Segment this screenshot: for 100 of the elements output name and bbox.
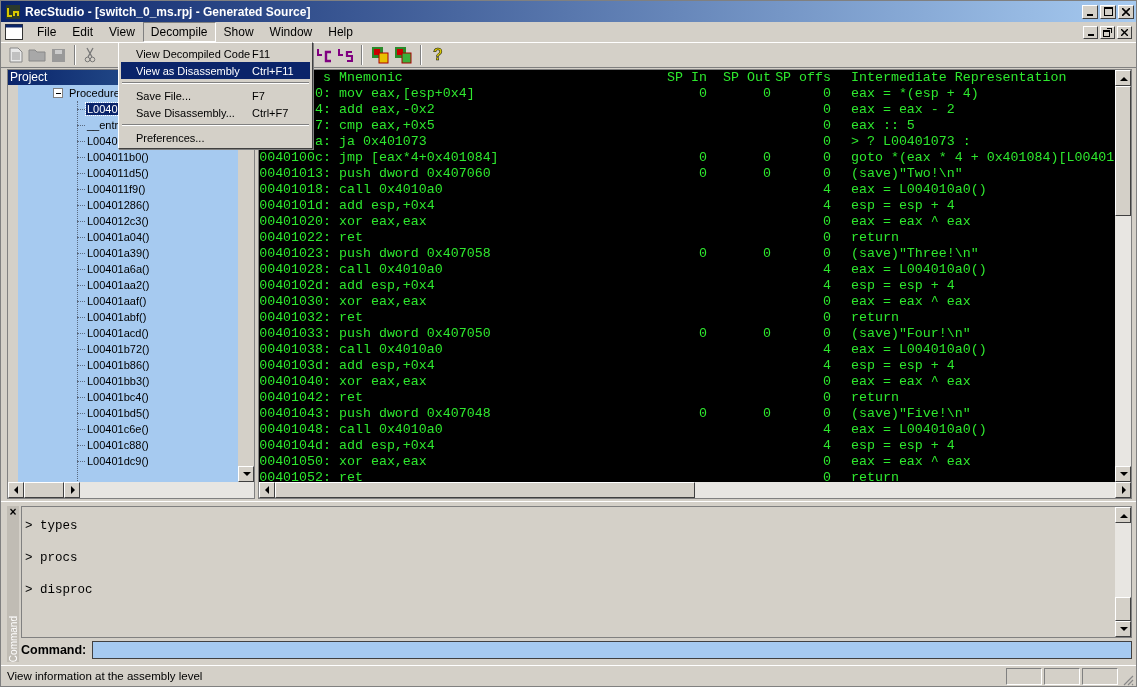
tree-item[interactable]: L00401dc9() bbox=[86, 455, 150, 467]
menu-item[interactable]: Preferences... bbox=[121, 129, 310, 146]
instruction: add esp,+0x4 bbox=[339, 358, 435, 373]
scissors-icon[interactable] bbox=[84, 47, 96, 63]
stack-value: 0 bbox=[823, 326, 831, 341]
stack-value: 0 bbox=[699, 150, 707, 165]
menu-item[interactable]: Show bbox=[215, 22, 262, 42]
ir-statement: esp = esp + 4 bbox=[851, 358, 955, 373]
tree-item[interactable]: Procedure bbox=[68, 87, 121, 99]
stack-value: 0 bbox=[699, 246, 707, 261]
ir-statement: eax = eax ^ eax bbox=[851, 214, 971, 229]
menu-item[interactable]: Save Disassembly... Ctrl+F7 bbox=[121, 104, 310, 121]
instruction: ret bbox=[339, 390, 363, 405]
tree-item[interactable]: L00401a04() bbox=[86, 231, 151, 243]
stack-value: 4 bbox=[823, 438, 831, 453]
address: 00401038: bbox=[259, 342, 331, 357]
tree-item[interactable]: L00401aa2() bbox=[86, 279, 151, 291]
menu-item[interactable]: Help bbox=[320, 22, 361, 42]
tree-item[interactable]: L00401b86() bbox=[86, 359, 151, 371]
tree-item[interactable]: L00401a39() bbox=[86, 247, 151, 259]
menu-item[interactable]: View Decompiled Code F11 bbox=[121, 45, 310, 62]
menu-item[interactable]: View bbox=[101, 22, 143, 42]
chip-icon[interactable] bbox=[371, 46, 389, 64]
scrollbar[interactable] bbox=[1115, 70, 1131, 482]
address: 00401043: bbox=[259, 406, 331, 421]
stack-value: 0 bbox=[823, 102, 831, 117]
stack-value: 0 bbox=[763, 246, 771, 261]
minimize-button[interactable] bbox=[1083, 25, 1098, 39]
tree-item[interactable]: __entr bbox=[86, 119, 120, 131]
scrollbar[interactable] bbox=[8, 482, 254, 498]
close-icon bbox=[1122, 7, 1130, 16]
command-label: Command: bbox=[21, 643, 87, 657]
scrollbar[interactable] bbox=[1115, 507, 1131, 637]
instruction: xor eax,eax bbox=[339, 374, 427, 389]
minimize-button[interactable] bbox=[1082, 4, 1098, 19]
ir-statement: eax = L004010a0() bbox=[851, 342, 987, 357]
stack-value: 0 bbox=[763, 86, 771, 101]
column-header: SP offs bbox=[774, 70, 831, 86]
stack-value: 4 bbox=[823, 182, 831, 197]
address: 4: bbox=[315, 102, 331, 117]
ir-statement: esp = esp + 4 bbox=[851, 198, 955, 213]
instruction: jmp [eax*4+0x401084] bbox=[339, 150, 499, 165]
tree-item[interactable]: L00401acd() bbox=[86, 327, 150, 339]
menu-item[interactable]: Save File... F7 bbox=[121, 87, 310, 104]
command-input[interactable] bbox=[92, 641, 1132, 659]
output-line: > procs bbox=[25, 551, 79, 567]
tree-item[interactable]: L00401abf() bbox=[86, 311, 148, 323]
stack-value: 0 bbox=[823, 166, 831, 181]
address: 0040100c: bbox=[259, 150, 331, 165]
restore-button[interactable] bbox=[1100, 25, 1115, 39]
expander-icon[interactable] bbox=[53, 88, 63, 98]
close-button[interactable] bbox=[1117, 25, 1132, 39]
ir-statement: eax = L004010a0() bbox=[851, 262, 987, 277]
tree-item[interactable]: L00401bd5() bbox=[86, 407, 151, 419]
ir-statement: eax = eax ^ eax bbox=[851, 294, 971, 309]
resize-grip-icon[interactable] bbox=[1122, 674, 1134, 686]
stack-value: 0 bbox=[823, 390, 831, 405]
tree-item[interactable]: L00401c88() bbox=[86, 439, 150, 451]
chip-icon[interactable] bbox=[394, 46, 412, 64]
output-line: > types bbox=[25, 519, 79, 535]
menu-item[interactable]: Edit bbox=[64, 22, 102, 42]
maximize-button[interactable] bbox=[1100, 4, 1116, 19]
tree-item[interactable]: L004011b0() bbox=[86, 151, 150, 163]
scrollbar[interactable] bbox=[259, 482, 1131, 498]
stack-value: 4 bbox=[823, 422, 831, 437]
close-button[interactable] bbox=[1118, 4, 1134, 19]
stack-value: 0 bbox=[699, 86, 707, 101]
address: 00401020: bbox=[259, 214, 331, 229]
tree-item[interactable]: L00401286() bbox=[86, 199, 151, 211]
stack-value: 0 bbox=[699, 406, 707, 421]
ir-statement: eax = eax ^ eax bbox=[851, 454, 971, 469]
tree-item[interactable]: L00401b72() bbox=[86, 343, 151, 355]
menu-item[interactable]: Decompile bbox=[142, 22, 216, 42]
menu-item[interactable]: View as Disassembly Ctrl+F11 bbox=[121, 62, 310, 79]
panel-title: Command bbox=[7, 614, 19, 662]
document-icon[interactable] bbox=[5, 24, 23, 40]
tree-item[interactable]: L00401bc4() bbox=[86, 391, 150, 403]
stack-value: 0 bbox=[823, 86, 831, 101]
stack-value: 0 bbox=[823, 294, 831, 309]
ir-statement: eax :: 5 bbox=[851, 118, 915, 133]
address: 00401018: bbox=[259, 182, 331, 197]
tree-item[interactable]: L00401bb3() bbox=[86, 375, 151, 387]
tree-item[interactable]: L00401c6e() bbox=[86, 423, 150, 435]
ir-statement: (save)"Five!\n" bbox=[851, 406, 971, 421]
instruction: push dword 0x407050 bbox=[339, 326, 491, 341]
tree-item[interactable]: L0040 bbox=[86, 103, 119, 115]
ir-statement: goto *(eax * 4 + 0x401084)[L00401 bbox=[851, 150, 1115, 165]
ir-statement: eax = L004010a0() bbox=[851, 422, 987, 437]
tree-item[interactable]: L004011f9() bbox=[86, 183, 147, 195]
column-header: s bbox=[323, 70, 331, 85]
tree-item[interactable]: L004011d5() bbox=[86, 167, 150, 179]
close-button[interactable]: × bbox=[9, 506, 17, 518]
stack-value: 0 bbox=[823, 214, 831, 229]
address: 0040104d: bbox=[259, 438, 331, 453]
tree-item[interactable]: L0040 bbox=[86, 135, 119, 147]
menu-item[interactable]: File bbox=[29, 22, 65, 42]
menu-item[interactable]: Window bbox=[261, 22, 321, 42]
tree-item[interactable]: L004012c3() bbox=[86, 215, 150, 227]
tree-item[interactable]: L00401aaf() bbox=[86, 295, 148, 307]
tree-item[interactable]: L00401a6a() bbox=[86, 263, 151, 275]
